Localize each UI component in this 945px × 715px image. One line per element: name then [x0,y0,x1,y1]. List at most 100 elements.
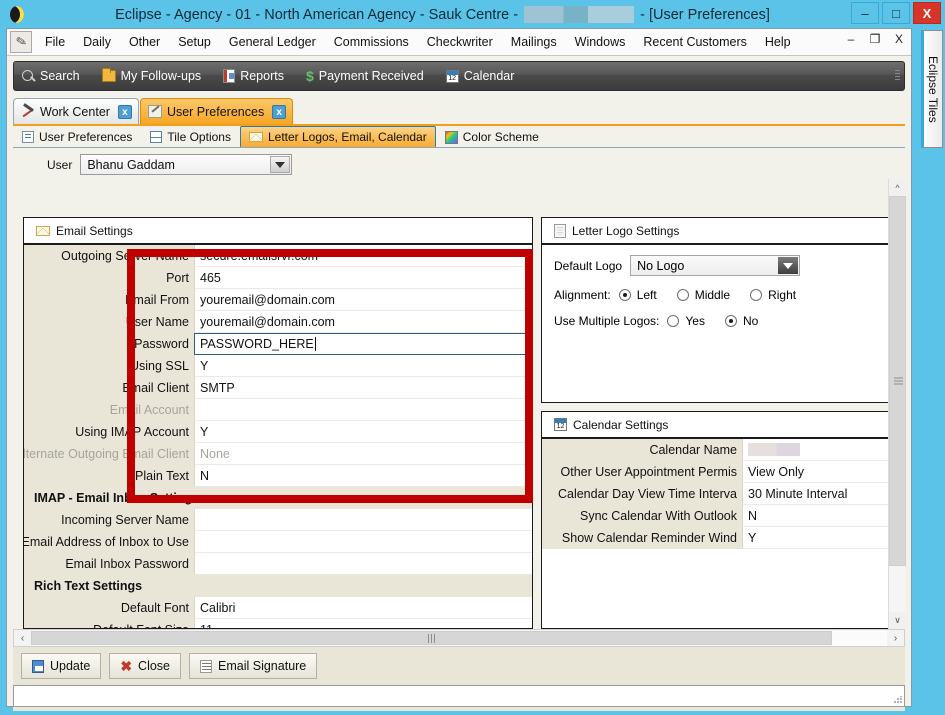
row-value[interactable]: 30 Minute Interval [742,483,900,505]
toolbar-button-search[interactable]: Search [22,69,80,83]
table-row[interactable]: Show Calendar Reminder Wind Y [542,527,900,549]
menu-item-checkwriter[interactable]: Checkwriter [418,31,502,53]
chevron-down-icon[interactable] [270,156,291,173]
mdi-minimize-button[interactable]: – [843,32,859,46]
email-signature-button[interactable]: Email Signature [189,653,318,679]
subtab-letter-logos-email-calendar[interactable]: Letter Logos, Email, Calendar [239,126,436,147]
radio-alignment-right[interactable]: Right [750,288,808,302]
table-row-password[interactable]: Password PASSWORD_HERE [24,333,532,355]
user-select[interactable]: Bhanu Gaddam [80,154,293,175]
table-row[interactable]: Calendar Name [542,439,900,461]
window-tab-strip: Work Center x User Preferences x [13,97,905,126]
row-value[interactable]: 465 [194,267,532,289]
radio-button-icon[interactable] [667,315,680,327]
subtab-color-scheme[interactable]: Color Scheme [436,126,548,147]
radio-button-icon[interactable] [676,289,689,301]
subtab-tile-options[interactable]: Tile Options [141,126,240,147]
row-value[interactable]: SMTP [194,377,532,399]
table-row[interactable]: User Name youremail@domain.com [24,311,532,333]
table-row[interactable]: Email Inbox Password [24,553,532,575]
close-button[interactable]: X [913,2,941,24]
chevron-down-icon[interactable] [778,257,799,274]
eclipse-tiles-label: Eclipse Tiles [926,55,940,123]
table-row[interactable]: Calendar Day View Time Interva 30 Minute… [542,483,900,505]
row-value[interactable]: Calibri [194,597,532,619]
menu-item-commissions[interactable]: Commissions [325,31,418,53]
radio-button-icon[interactable] [724,315,737,327]
close-button[interactable]: ✖ Close [109,653,182,679]
radio-alignment-left[interactable]: Left [618,288,669,302]
password-input[interactable]: PASSWORD_HERE [194,333,532,355]
row-value[interactable]: N [742,505,900,527]
scroll-right-icon[interactable]: › [887,630,904,646]
scroll-down-icon[interactable]: ∨ [889,612,906,629]
scroll-track[interactable] [832,630,887,646]
toolbar-grip[interactable] [895,70,900,82]
tab-close-work-center[interactable]: x [117,104,132,119]
radio-button-icon[interactable] [750,289,763,301]
scroll-up-icon[interactable]: ^ [889,179,906,196]
table-row[interactable]: Default Font Size 11 [24,619,532,628]
menu-item-setup[interactable]: Setup [169,31,220,53]
table-row[interactable]: Using SSL Y [24,355,532,377]
table-row[interactable]: Email Address of Inbox to Use [24,531,532,553]
radio-multiple-logos-no[interactable]: No [724,314,770,328]
tab-work-center[interactable]: Work Center x [13,98,139,124]
row-value[interactable]: youremail@domain.com [194,289,532,311]
row-value[interactable] [194,509,532,531]
menu-item-file[interactable]: File [36,31,74,53]
content-vertical-scrollbar[interactable]: ^ ∨ [888,179,906,629]
table-row[interactable]: Email Client SMTP [24,377,532,399]
mdi-close-button[interactable]: X [891,32,907,46]
menu-item-windows[interactable]: Windows [566,31,635,53]
row-value[interactable]: View Only [742,461,900,483]
row-value[interactable]: N [194,465,532,487]
toolbar-button-reports[interactable]: Reports [223,69,284,83]
table-row[interactable]: Using IMAP Account Y [24,421,532,443]
radio-button-icon[interactable] [618,289,631,301]
row-value[interactable] [194,553,532,575]
mdi-restore-button[interactable]: ❐ [867,32,883,46]
tab-user-preferences[interactable]: User Preferences x [139,98,294,124]
scroll-left-icon[interactable]: ‹ [14,630,31,646]
menu-item-help[interactable]: Help [756,31,800,53]
resize-grip-icon[interactable] [894,696,902,704]
table-row[interactable]: Incoming Server Name [24,509,532,531]
tab-close-user-preferences[interactable]: x [272,104,287,119]
table-row[interactable]: Sync Calendar With Outlook N [542,505,900,527]
radio-multiple-logos-yes[interactable]: Yes [667,314,717,328]
menu-item-general-ledger[interactable]: General Ledger [220,31,325,53]
toolbar-button-payment-received[interactable]: $ Payment Received [306,69,424,83]
table-row[interactable]: Other User Appointment Permis View Only [542,461,900,483]
table-row[interactable]: Port 465 [24,267,532,289]
maximize-button[interactable]: □ [882,2,910,24]
table-row[interactable]: Email From youremail@domain.com [24,289,532,311]
row-value[interactable] [194,531,532,553]
row-value[interactable]: youremail@domain.com [194,311,532,333]
row-value[interactable]: Y [742,527,900,549]
toolbar-button-calendar[interactable]: Calendar [445,69,514,83]
table-row[interactable]: Outgoing Server Name secure.emailsrvr.co… [24,245,532,267]
row-value[interactable]: 11 [194,619,532,628]
vertical-scroll-thumb[interactable] [889,196,906,566]
minimize-button[interactable]: – [851,2,879,24]
horizontal-scroll-thumb[interactable] [31,631,832,645]
row-value[interactable]: Y [194,355,532,377]
content-horizontal-scrollbar[interactable]: ‹ › [13,629,905,647]
calendar-settings-panel: Calendar Settings Calendar Name Other Us… [541,411,901,629]
menu-item-daily[interactable]: Daily [74,31,120,53]
eclipse-tiles-side-tab[interactable]: Eclipse Tiles [921,30,943,148]
subtab-user-preferences[interactable]: User Preferences [13,126,141,147]
row-value[interactable] [742,439,900,461]
update-button[interactable]: Update [21,653,102,679]
menu-item-mailings[interactable]: Mailings [502,31,566,53]
default-logo-select[interactable]: No Logo [630,255,801,276]
table-row[interactable]: Plain Text N [24,465,532,487]
table-row[interactable]: Default Font Calibri [24,597,532,619]
radio-alignment-middle[interactable]: Middle [676,288,742,302]
toolbar-button-my-follow-ups[interactable]: My Follow-ups [101,68,201,83]
row-value[interactable]: secure.emailsrvr.com [194,245,532,267]
menu-item-other[interactable]: Other [120,31,169,53]
row-value[interactable]: Y [194,421,532,443]
menu-item-recent-customers[interactable]: Recent Customers [634,31,756,53]
